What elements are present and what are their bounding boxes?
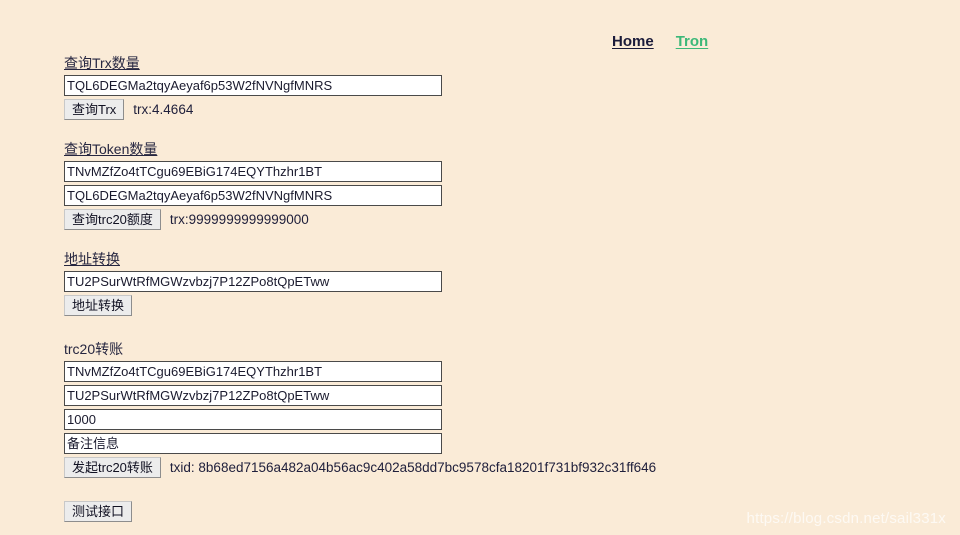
trx-query-address-input[interactable] xyxy=(64,75,442,96)
token-query-result: trx:9999999999999000 xyxy=(169,212,309,227)
query-trc20-balance-button[interactable]: 查询trc20额度 xyxy=(64,209,161,230)
transfer-contract-input[interactable] xyxy=(64,361,442,382)
address-convert-input[interactable] xyxy=(64,271,442,292)
top-navigation: Home Tron xyxy=(612,33,708,50)
section-title-trx-query: 查询Trx数量 xyxy=(64,55,140,71)
transfer-amount-input[interactable] xyxy=(64,409,442,430)
nav-link-home[interactable]: Home xyxy=(612,33,654,50)
main-content: 查询Trx数量 查询Trx trx:4.4664 查询Token数量 查询trc… xyxy=(64,54,656,522)
watermark: https://blog.csdn.net/sail331x xyxy=(746,510,946,527)
section-title-token-query: 查询Token数量 xyxy=(64,141,158,157)
submit-trc20-transfer-button[interactable]: 发起trc20转账 xyxy=(64,457,161,478)
address-convert-action-row: 地址转换 xyxy=(64,295,484,316)
token-query-contract-input[interactable] xyxy=(64,161,442,182)
test-interface-button[interactable]: 测试接口 xyxy=(64,501,133,522)
transfer-memo-input[interactable] xyxy=(64,433,442,454)
token-query-action-row: 查询trc20额度 trx:9999999999999000 xyxy=(64,209,484,230)
nav-link-tron[interactable]: Tron xyxy=(676,33,709,50)
transfer-action-row: 发起trc20转账 txid: 8b68ed7156a482a04b56ac9c… xyxy=(64,457,656,478)
trx-query-result: trx:4.4664 xyxy=(133,102,194,117)
section-trc20-transfer: trc20转账 发起trc20转账 txid: 8b68ed7156a482a0… xyxy=(64,340,656,478)
address-convert-button[interactable]: 地址转换 xyxy=(64,295,133,316)
token-query-address-input[interactable] xyxy=(64,185,442,206)
section-title-address-convert: 地址转换 xyxy=(64,251,120,267)
section-title-trc20-transfer: trc20转账 xyxy=(64,341,124,357)
section-address-convert: 地址转换 地址转换 xyxy=(64,250,484,316)
trx-query-action-row: 查询Trx trx:4.4664 xyxy=(64,99,484,120)
query-trx-button[interactable]: 查询Trx xyxy=(64,99,125,120)
section-token-query: 查询Token数量 查询trc20额度 trx:9999999999999000 xyxy=(64,140,484,230)
section-trx-query: 查询Trx数量 查询Trx trx:4.4664 xyxy=(64,54,484,120)
transfer-to-address-input[interactable] xyxy=(64,385,442,406)
transfer-txid-result: txid: 8b68ed7156a482a04b56ac9c402a58dd7b… xyxy=(169,460,657,475)
test-action-row: 测试接口 xyxy=(64,501,484,522)
